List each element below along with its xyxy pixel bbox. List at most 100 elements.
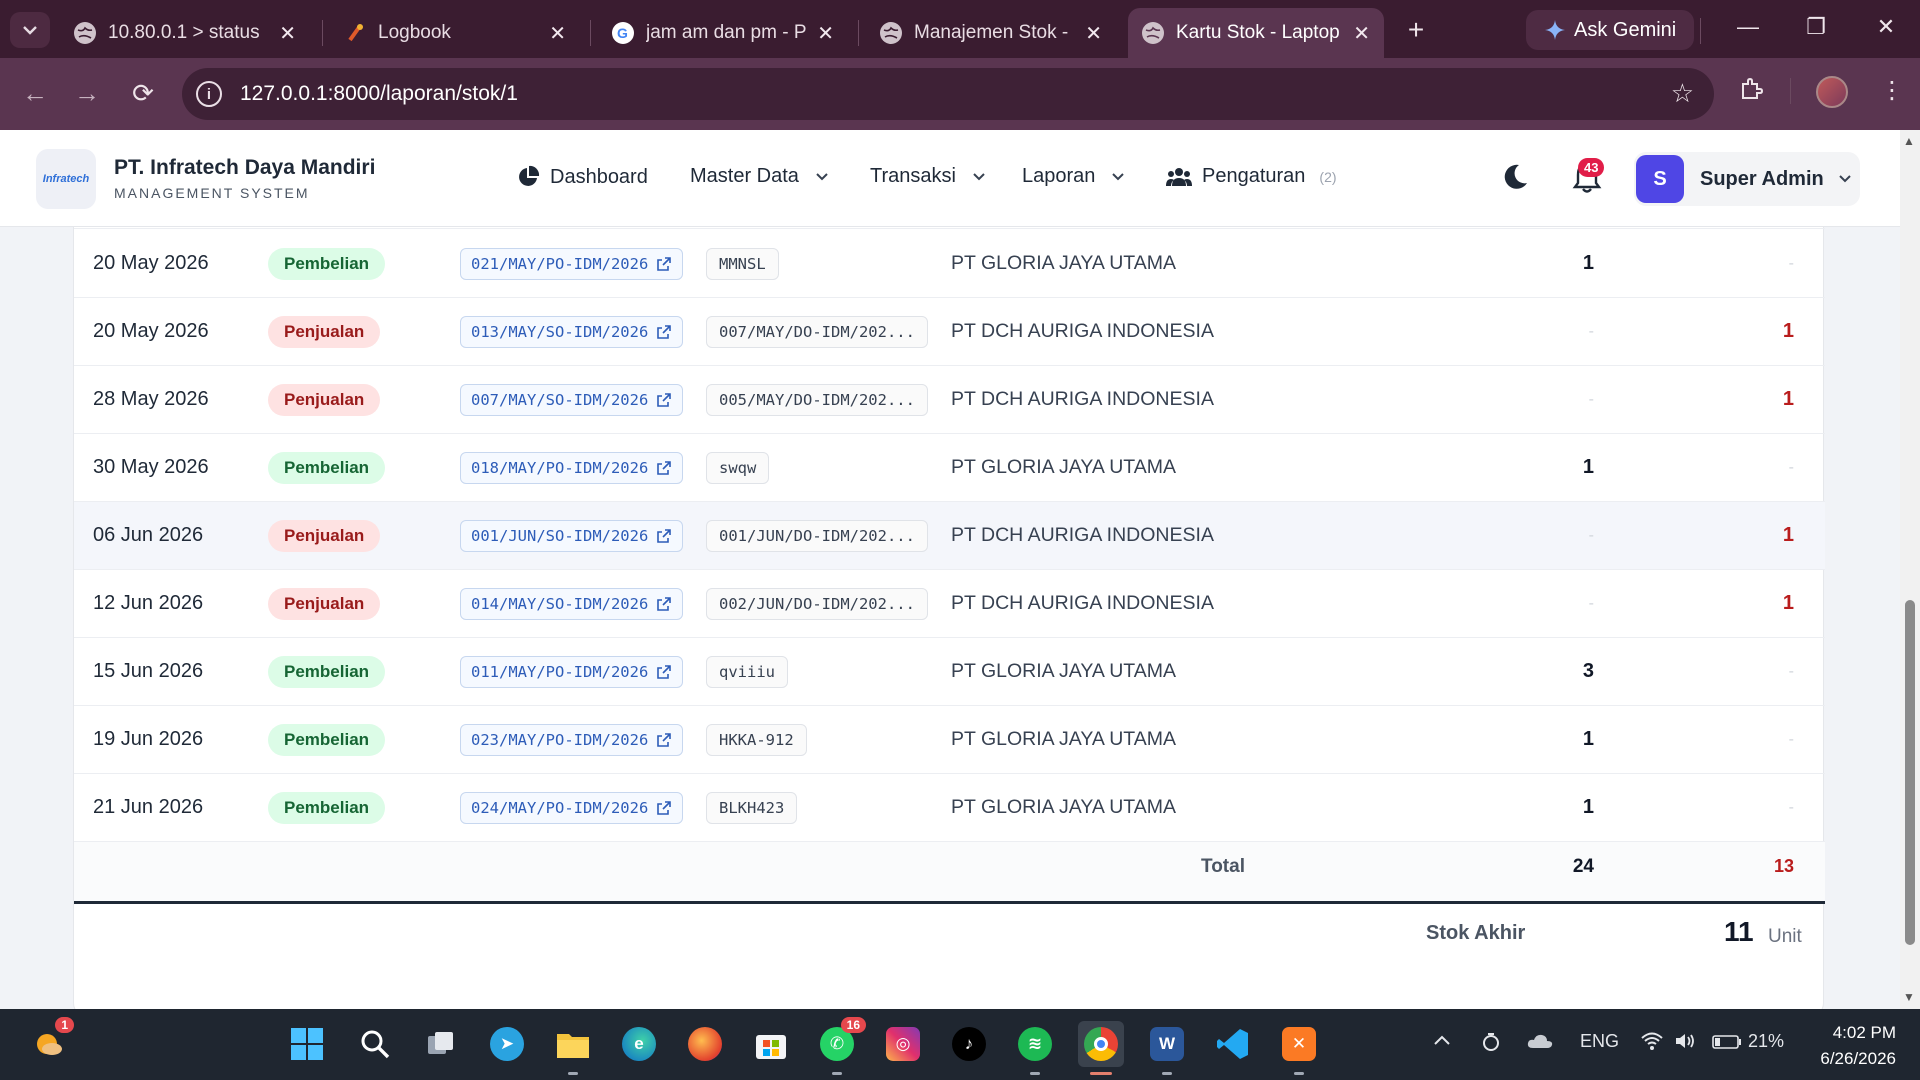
page-scrollbar[interactable]: ▲ ▼ [1900,130,1920,1009]
stock-card-table: 20 May 2026 Pembelian 021/MAY/PO-IDM/202… [73,227,1825,1009]
qty-out: - [1788,730,1794,748]
spotify-app[interactable]: ≋ [1012,1021,1058,1075]
clock-date[interactable]: 6/26/2026 [1806,1049,1896,1069]
back-arrow-icon[interactable]: ← [18,78,52,109]
clock-time[interactable]: 4:02 PM [1826,1023,1896,1043]
telegram-icon: ➤ [490,1027,524,1061]
start-button[interactable] [284,1021,330,1067]
divider [74,901,1825,904]
language-indicator[interactable]: ENG [1580,1031,1619,1052]
external-link-icon [657,664,672,679]
nav-master-data[interactable]: Master Data [690,165,829,188]
tab-search-button[interactable] [10,12,50,48]
nav-dashboard[interactable]: Dashboard [516,165,648,189]
qty-out: 1 [1782,524,1794,546]
chevron-down-icon [816,172,828,180]
scroll-thumb[interactable] [1905,600,1915,945]
site-info-icon[interactable]: i [196,81,222,107]
close-icon[interactable]: ✕ [1353,21,1370,46]
vscode-app[interactable] [1210,1021,1256,1067]
url-text[interactable]: 127.0.0.1:8000/laporan/stok/1 [240,82,518,106]
browser-tab-google[interactable]: G jam am dan pm - Pe ✕ [598,8,848,58]
reference-link[interactable]: 014/MAY/SO-IDM/2026 [460,587,684,620]
weather-widget[interactable]: 1 [26,1017,74,1067]
reload-icon[interactable]: ⟳ [126,78,160,109]
close-icon[interactable]: ✕ [549,21,566,46]
table-row [74,227,1825,229]
scroll-up-icon[interactable]: ▲ [1903,134,1915,148]
sync-icon[interactable] [1480,1031,1502,1058]
close-icon[interactable]: ✕ [1085,21,1102,46]
onedrive-cloud-icon[interactable] [1526,1031,1554,1056]
bookmark-star-icon[interactable]: ☆ [1671,78,1694,109]
document-number: 007/MAY/DO-IDM/202... [706,315,928,348]
browser-tab-kartu-stok[interactable]: Kartu Stok - Laptop ✕ [1128,8,1384,58]
xampp-app[interactable]: ✕ [1276,1021,1322,1075]
tiktok-app[interactable]: ♪ [946,1021,992,1067]
extensions-icon[interactable] [1738,76,1764,109]
browser-tab-logbook[interactable]: Logbook ✕ [330,8,580,58]
reference-link[interactable]: 007/MAY/SO-IDM/2026 [460,383,684,416]
external-link-icon [657,460,672,475]
nav-transaksi[interactable]: Transaksi [870,165,986,188]
whatsapp-app[interactable]: ✆ 16 [814,1017,866,1075]
tray-chevron-up-icon[interactable] [1432,1031,1452,1052]
volume-icon[interactable] [1674,1031,1698,1056]
close-icon[interactable]: ✕ [279,21,296,46]
reference-link[interactable]: 021/MAY/PO-IDM/2026 [460,247,684,280]
reference-link[interactable]: 018/MAY/PO-IDM/2026 [460,451,684,484]
edge-app[interactable]: e [616,1021,662,1067]
battery-indicator[interactable]: 21% [1712,1031,1784,1052]
ask-gemini-button[interactable]: Ask Gemini [1526,10,1695,50]
table-row: 21 Jun 2026 Pembelian 024/MAY/PO-IDM/202… [74,774,1825,842]
user-menu[interactable]: S Super Admin [1634,152,1860,206]
task-view-button[interactable] [418,1021,464,1067]
telegram-app[interactable]: ➤ [484,1021,530,1067]
reference-link[interactable]: 011/MAY/PO-IDM/2026 [460,655,684,688]
wifi-icon[interactable] [1640,1031,1664,1056]
type-badge: Penjualan [268,315,381,348]
reference-link[interactable]: 023/MAY/PO-IDM/2026 [460,723,684,756]
browser-tab-status[interactable]: 10.80.0.1 > status ✕ [60,8,310,58]
close-window-icon[interactable]: ✕ [1866,14,1906,40]
external-link-icon [657,256,672,271]
external-link-icon [657,528,672,543]
reference-link[interactable]: 024/MAY/PO-IDM/2026 [460,791,684,824]
main-content: 20 May 2026 Pembelian 021/MAY/PO-IDM/202… [0,227,1900,1009]
forward-arrow-icon[interactable]: → [70,78,104,109]
scroll-down-icon[interactable]: ▼ [1903,990,1915,1004]
logbook-icon [344,22,366,44]
instagram-app[interactable]: ◎ [880,1021,926,1067]
profile-avatar[interactable] [1816,76,1848,108]
reference-link[interactable]: 001/JUN/SO-IDM/2026 [460,519,684,552]
chrome-icon [1084,1027,1118,1061]
company-logo[interactable]: Infratech [36,149,96,209]
address-bar[interactable]: i 127.0.0.1:8000/laporan/stok/1 ☆ [182,68,1714,120]
qty-out: 1 [1782,388,1794,410]
menu-dots-icon[interactable]: ⋮ [1880,76,1904,105]
reference-link[interactable]: 013/MAY/SO-IDM/2026 [460,315,684,348]
microsoft-store-app[interactable] [748,1021,794,1067]
task-view-icon [428,1032,453,1054]
minimize-icon[interactable]: — [1728,14,1768,40]
tab-title: jam am dan pm - Pe [646,22,808,43]
nav-pengaturan[interactable]: Pengaturan (2) [1166,165,1337,188]
type-badge: Pembelian [268,723,386,756]
row-date: 20 May 2026 [93,320,209,342]
svg-text:G: G [617,25,628,41]
new-tab-button[interactable]: + [1400,14,1432,46]
file-explorer-app[interactable] [550,1021,596,1075]
search-button[interactable] [352,1021,398,1067]
dark-mode-moon-icon[interactable] [1500,162,1530,192]
vscode-icon [1217,1029,1248,1059]
firefox-icon [688,1027,722,1061]
word-app[interactable]: W [1144,1021,1190,1075]
browser-tab-manajemen-stok[interactable]: Manajemen Stok - P ✕ [866,8,1116,58]
nav-laporan[interactable]: Laporan [1022,165,1125,188]
restore-icon[interactable]: ❐ [1796,14,1836,40]
firefox-app[interactable] [682,1021,728,1067]
gemini-sparkle-icon [1545,20,1565,40]
close-icon[interactable]: ✕ [817,21,834,46]
google-icon: G [612,22,634,44]
chrome-app[interactable] [1078,1021,1124,1075]
